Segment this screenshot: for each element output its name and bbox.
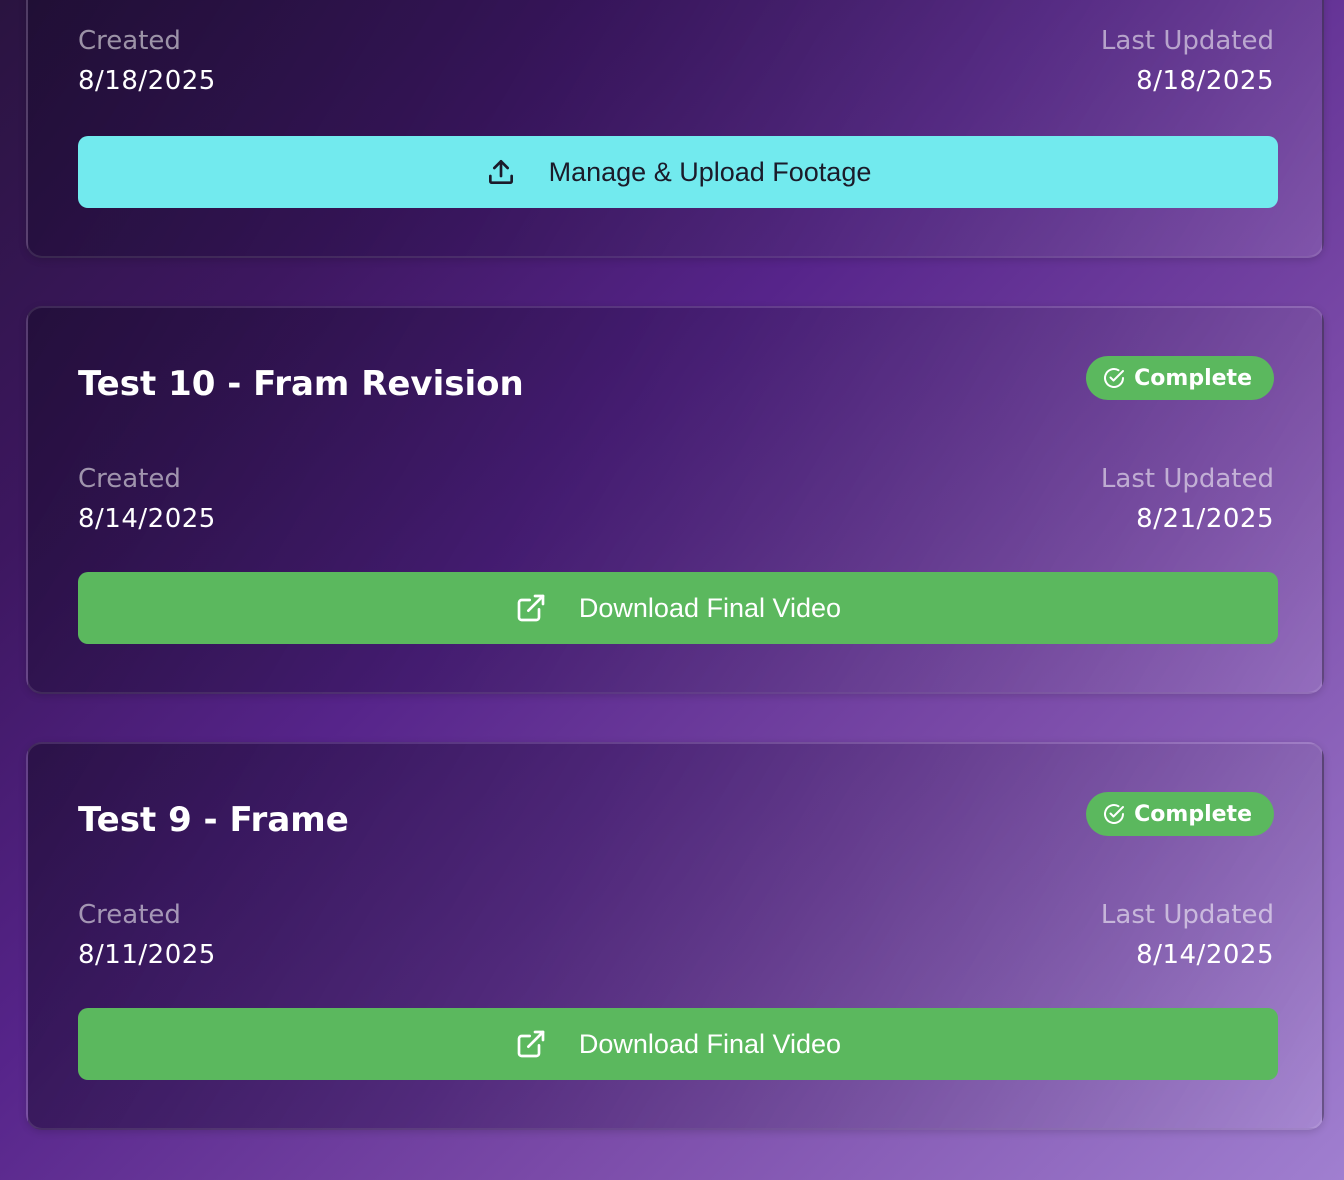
project-card: Test 9 - Frame Complete Created 8/11/202…	[26, 742, 1324, 1130]
external-link-icon	[515, 1028, 547, 1060]
status-badge: Complete	[1086, 356, 1274, 400]
status-text: Complete	[1134, 801, 1252, 827]
last-updated-label: Last Updated	[1100, 464, 1274, 494]
project-title: Test 10 - Fram Revision	[78, 364, 524, 404]
last-updated-label: Last Updated	[1100, 26, 1274, 56]
project-title: Test 9 - Frame	[78, 800, 349, 840]
download-final-video-button[interactable]: Download Final Video	[78, 1008, 1278, 1080]
button-label: Manage & Upload Footage	[548, 156, 872, 187]
check-circle-icon	[1102, 802, 1126, 826]
created-date: 8/14/2025	[78, 504, 216, 534]
created-date: 8/11/2025	[78, 940, 216, 970]
created-label: Created	[78, 26, 181, 56]
external-link-icon	[515, 592, 547, 624]
manage-upload-footage-button[interactable]: Manage & Upload Footage	[78, 136, 1278, 208]
last-updated-date: 8/18/2025	[1136, 66, 1274, 96]
last-updated-label: Last Updated	[1100, 900, 1274, 930]
button-label: Download Final Video	[578, 1028, 842, 1059]
download-final-video-button[interactable]: Download Final Video	[78, 572, 1278, 644]
created-label: Created	[78, 464, 181, 494]
last-updated-date: 8/14/2025	[1136, 940, 1274, 970]
project-card: Test 10 - Fram Revision Complete Created…	[26, 306, 1324, 694]
project-card: Created 8/18/2025 Last Updated 8/18/2025…	[26, 0, 1324, 258]
button-label: Download Final Video	[578, 592, 842, 623]
upload-icon	[485, 156, 517, 188]
status-text: Complete	[1134, 365, 1252, 391]
created-label: Created	[78, 900, 181, 930]
status-badge: Complete	[1086, 792, 1274, 836]
created-date: 8/18/2025	[78, 66, 216, 96]
check-circle-icon	[1102, 366, 1126, 390]
last-updated-date: 8/21/2025	[1136, 504, 1274, 534]
